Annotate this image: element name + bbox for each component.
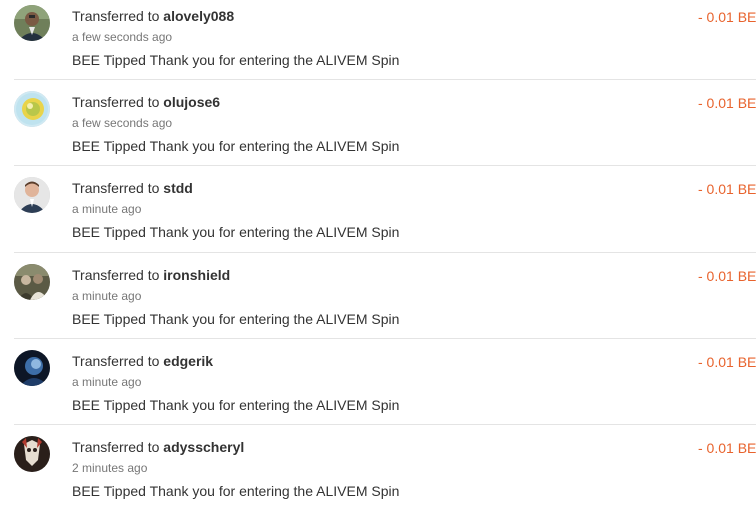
- memo-text: BEE Tipped Thank you for entering the AL…: [72, 483, 400, 499]
- transfer-prefix: Transferred to: [72, 439, 160, 455]
- memo-text: BEE Tipped Thank you for entering the AL…: [72, 138, 400, 154]
- amount: - 0.01 BEE: [698, 440, 756, 456]
- recipient-link[interactable]: olujose6: [163, 94, 220, 110]
- transfer-title: Transferred to stdd: [72, 180, 193, 196]
- divider: [14, 252, 756, 253]
- transaction-row: Transferred to edgerik a minute ago BEE …: [14, 347, 756, 433]
- avatar[interactable]: [14, 264, 50, 300]
- transfer-title: Transferred to ironshield: [72, 267, 230, 283]
- transfer-prefix: Transferred to: [72, 8, 160, 24]
- divider: [14, 338, 756, 339]
- transaction-row: Transferred to stdd a minute ago BEE Tip…: [14, 174, 756, 260]
- avatar[interactable]: [14, 91, 50, 127]
- avatar[interactable]: [14, 436, 50, 472]
- transaction-list: Transferred to alovely088 a few seconds …: [0, 0, 756, 508]
- timestamp: 2 minutes ago: [72, 461, 148, 475]
- memo-text: BEE Tipped Thank you for entering the AL…: [72, 224, 400, 240]
- transfer-prefix: Transferred to: [72, 353, 160, 369]
- transaction-row: Transferred to adysscheryl 2 minutes ago…: [14, 433, 756, 519]
- avatar[interactable]: [14, 5, 50, 41]
- memo-text: BEE Tipped Thank you for entering the AL…: [72, 397, 400, 413]
- timestamp: a few seconds ago: [72, 116, 173, 130]
- timestamp: a few seconds ago: [72, 30, 173, 44]
- timestamp: a minute ago: [72, 289, 142, 303]
- amount: - 0.01 BEE: [698, 9, 756, 25]
- amount: - 0.01 BEE: [698, 181, 756, 197]
- transfer-title: Transferred to olujose6: [72, 94, 220, 110]
- transfer-title: Transferred to edgerik: [72, 353, 213, 369]
- recipient-link[interactable]: alovely088: [163, 8, 234, 24]
- transfer-prefix: Transferred to: [72, 94, 160, 110]
- amount: - 0.01 BEE: [698, 354, 756, 370]
- divider: [14, 165, 756, 166]
- timestamp: a minute ago: [72, 375, 142, 389]
- memo-text: BEE Tipped Thank you for entering the AL…: [72, 52, 400, 68]
- avatar[interactable]: [14, 350, 50, 386]
- divider: [14, 424, 756, 425]
- amount: - 0.01 BEE: [698, 268, 756, 284]
- transaction-row: Transferred to olujose6 a few seconds ag…: [14, 88, 756, 174]
- transaction-row: Transferred to ironshield a minute ago B…: [14, 261, 756, 347]
- recipient-link[interactable]: edgerik: [163, 353, 213, 369]
- avatar[interactable]: [14, 177, 50, 213]
- recipient-link[interactable]: stdd: [163, 180, 193, 196]
- divider: [14, 79, 756, 80]
- transfer-title: Transferred to alovely088: [72, 8, 234, 24]
- transaction-row: Transferred to alovely088 a few seconds …: [14, 2, 756, 88]
- amount: - 0.01 BEE: [698, 95, 756, 111]
- recipient-link[interactable]: ironshield: [163, 267, 230, 283]
- timestamp: a minute ago: [72, 202, 142, 216]
- recipient-link[interactable]: adysscheryl: [163, 439, 244, 455]
- transfer-prefix: Transferred to: [72, 267, 160, 283]
- transfer-prefix: Transferred to: [72, 180, 160, 196]
- transfer-title: Transferred to adysscheryl: [72, 439, 244, 455]
- memo-text: BEE Tipped Thank you for entering the AL…: [72, 311, 400, 327]
